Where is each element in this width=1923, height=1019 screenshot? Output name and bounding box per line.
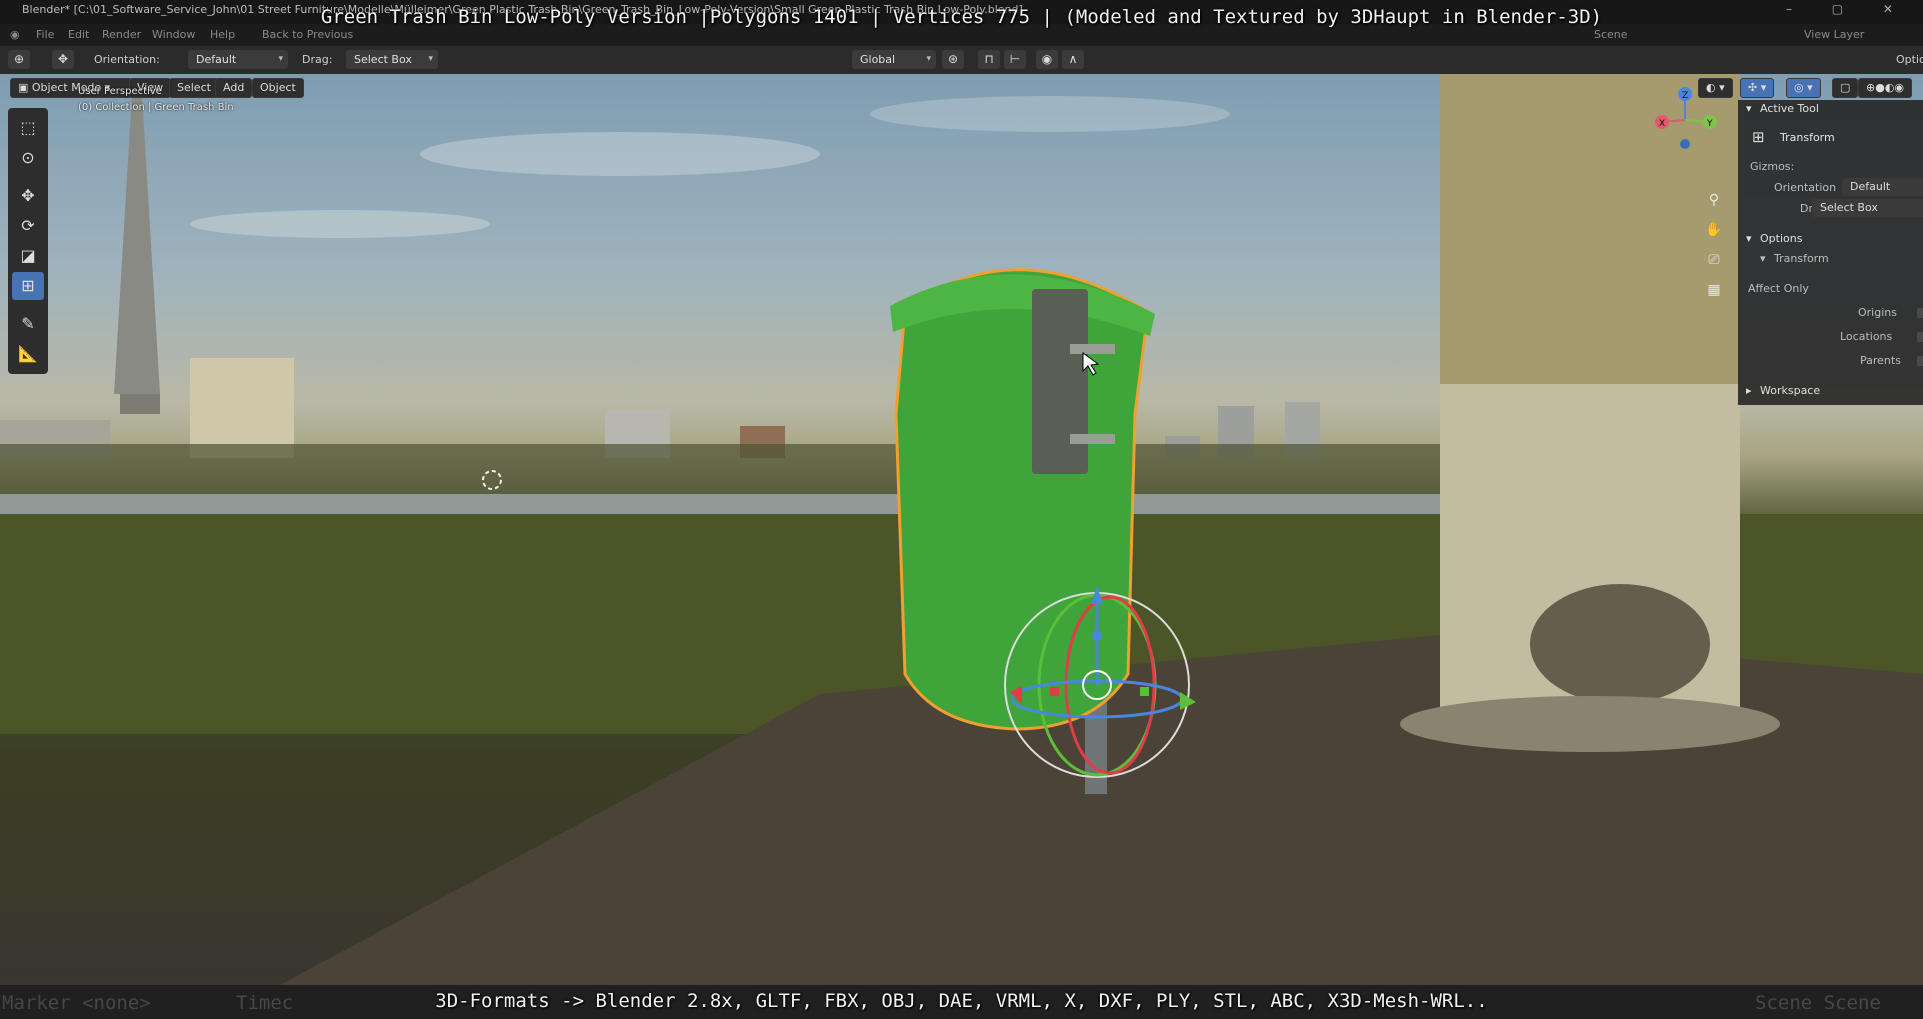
menu-file[interactable]: File [36, 28, 54, 41]
options-menu[interactable]: Optic [1896, 53, 1923, 66]
axis-z-label: Z [1682, 91, 1688, 101]
move-tool-icon[interactable]: ✥ [12, 182, 44, 210]
navigation-gizmo[interactable]: Z Y X [1650, 82, 1720, 152]
transform-tool-icon: ⊞ [1752, 128, 1765, 146]
chevron-down-icon: ▾ [428, 54, 433, 64]
camera-icon[interactable]: ⎚ [1702, 248, 1726, 272]
scene-selector[interactable]: Scene [1594, 28, 1628, 41]
rotate-tool-icon[interactable]: ⟳ [12, 212, 44, 240]
xray-icon[interactable]: ▢ [1832, 78, 1859, 98]
select-menu[interactable]: Select [169, 78, 219, 98]
scale-tool-icon[interactable]: ◪ [12, 242, 44, 270]
blender-logo-icon[interactable]: ◉ [10, 28, 20, 41]
object-menu[interactable]: Object [252, 78, 304, 98]
object-mode-icon: ▣ [18, 81, 32, 94]
pivot-point-icon[interactable]: ⊛ [942, 50, 964, 69]
collapse-arrow-icon[interactable]: ▾ [1746, 232, 1752, 245]
grid-perspective-icon[interactable]: ▦ [1702, 278, 1726, 302]
transform-tool-icon[interactable]: ✥ [52, 50, 74, 69]
viewport-scene [0, 74, 1923, 985]
bin-bracket [1032, 289, 1088, 474]
video-caption-bottom: 3D-Formats -> Blender 2.8x, GLTF, FBX, O… [435, 990, 1488, 1012]
tool-settings-bar: ⊕ ✥ Orientation: Default ▾ Drag: Select B… [0, 46, 1923, 75]
transform-subpanel[interactable]: Transform [1774, 252, 1829, 265]
add-menu[interactable]: Add [215, 78, 253, 98]
transform-orientation-dropdown[interactable]: Global ▾ [852, 50, 936, 69]
toolshelf: ⬚ ⊙ ✥ ⟳ ◪ ⊞ ✎ 📐 [8, 108, 48, 374]
orientation-label: Orientation: [94, 53, 160, 66]
annotate-tool-icon[interactable]: ✎ [12, 310, 44, 338]
locations-checkbox[interactable] [1917, 332, 1923, 342]
falloff-icon[interactable]: ∧ [1062, 50, 1084, 69]
navigation-controls: ⚲ ✋ ⎚ ▦ [1702, 188, 1730, 308]
green-trash-bin [894, 268, 1150, 731]
expand-arrow-icon[interactable]: ▸ [1746, 384, 1752, 397]
locations-label: Locations [1840, 330, 1893, 343]
shading-modes-icon[interactable]: ⊕●◐◉ [1858, 78, 1913, 98]
zoom-icon[interactable]: ⚲ [1702, 188, 1726, 212]
pan-hand-icon[interactable]: ✋ [1702, 218, 1726, 242]
chevron-down-icon: ▾ [926, 54, 931, 64]
orientation-label: Orientation [1774, 181, 1837, 194]
active-tool-header[interactable]: Active Tool [1760, 102, 1819, 115]
measure-tool-icon[interactable]: 📐 [12, 340, 44, 368]
collapse-arrow-icon[interactable]: ▾ [1746, 102, 1752, 115]
chevron-down-icon: ▾ [278, 54, 283, 64]
orientation-dropdown[interactable]: Default [1842, 178, 1923, 196]
gizmos-label: Gizmos: [1750, 160, 1795, 173]
sidebar-tool-panel: ▾ Active Tool ⊞ Transform Gizmos: Orient… [1738, 100, 1923, 405]
origins-checkbox[interactable] [1917, 308, 1923, 318]
select-box-tool-icon[interactable]: ⬚ [12, 114, 44, 142]
collapse-arrow-icon[interactable]: ▾ [1760, 252, 1766, 265]
menu-edit[interactable]: Edit [68, 28, 89, 41]
back-to-previous-button[interactable]: Back to Previous [262, 28, 353, 41]
snap-icon[interactable]: ⊓ [978, 50, 1000, 69]
options-header[interactable]: Options [1760, 232, 1802, 245]
tv-tower [114, 94, 160, 394]
gizmo-toggle-icon[interactable]: ✣ ▾ [1740, 78, 1775, 98]
cursor-tool-icon[interactable]: ⊙ [12, 144, 44, 172]
menu-window[interactable]: Window [152, 28, 195, 41]
workspace-header[interactable]: Workspace [1760, 384, 1820, 397]
origins-label: Origins [1858, 306, 1897, 319]
drag-value: Select Box [354, 53, 412, 66]
transform-tool-icon[interactable]: ⊞ [12, 272, 44, 300]
proportional-edit-icon[interactable]: ◉ [1036, 50, 1058, 69]
axis-y-label: Y [1706, 119, 1713, 129]
menu-help[interactable]: Help [210, 28, 235, 41]
view-layer-selector[interactable]: View Layer [1804, 28, 1864, 41]
transform-orientation-value: Global [860, 53, 896, 66]
viewport-perspective-label: User Perspective [78, 86, 162, 97]
3d-viewport[interactable]: ▣ Object Mode ▾ View Select Add Object ◐… [0, 74, 1923, 985]
orientation-dropdown[interactable]: Default ▾ [188, 50, 288, 69]
drag-dropdown[interactable]: Select Box ▾ [346, 50, 438, 69]
parents-label: Parents [1860, 354, 1901, 367]
office-building [190, 358, 294, 458]
parents-checkbox[interactable] [1917, 356, 1923, 366]
video-caption-top: Green Trash Bin Low-Poly Version |Polygo… [320, 6, 1603, 28]
viewport-collection-label: (0) Collection | Green Trash Bin [78, 102, 234, 113]
orientation-value: Default [196, 53, 237, 66]
affect-only-label: Affect Only [1748, 282, 1809, 295]
editor-type-icon[interactable]: ⊕ [8, 50, 30, 69]
menu-render[interactable]: Render [102, 28, 141, 41]
snap-target-icon[interactable]: ⊢ [1004, 50, 1026, 69]
drag-dropdown[interactable]: Select Box [1812, 199, 1923, 217]
drag-label: Drag: [302, 53, 333, 66]
active-tool-name: Transform [1780, 131, 1835, 144]
axis-x-label: X [1659, 119, 1665, 129]
overlay-toggle-icon[interactable]: ◎ ▾ [1786, 78, 1821, 98]
